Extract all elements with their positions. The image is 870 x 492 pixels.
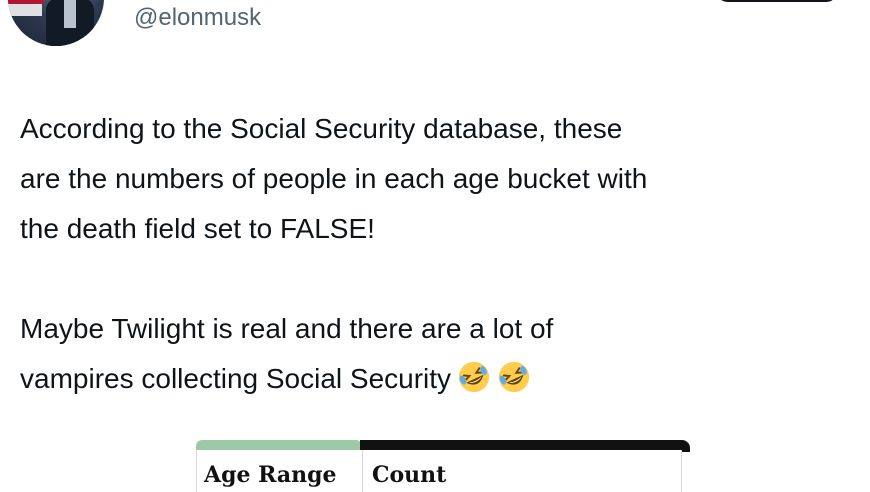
follow-button[interactable]	[716, 0, 838, 2]
rolling-laughing-emoji-icon	[497, 360, 531, 394]
attached-table-image[interactable]: Age Range Count	[196, 440, 690, 492]
table-header-count: Count	[372, 462, 447, 488]
user-handle[interactable]: @elonmusk	[134, 4, 261, 32]
table-column-divider	[362, 450, 363, 492]
tweet-paragraph: According to the Social Security databas…	[20, 113, 648, 244]
tweet-text: According to the Social Security databas…	[20, 104, 850, 404]
table-header-age-range: Age Range	[204, 462, 337, 488]
rolling-laughing-emoji-icon	[457, 360, 491, 394]
tweet-paragraph: Maybe Twilight is real and there are a l…	[20, 304, 850, 404]
avatar[interactable]	[8, 0, 104, 46]
avatar-flag-white	[8, 4, 42, 16]
avatar-shirt	[64, 0, 76, 28]
